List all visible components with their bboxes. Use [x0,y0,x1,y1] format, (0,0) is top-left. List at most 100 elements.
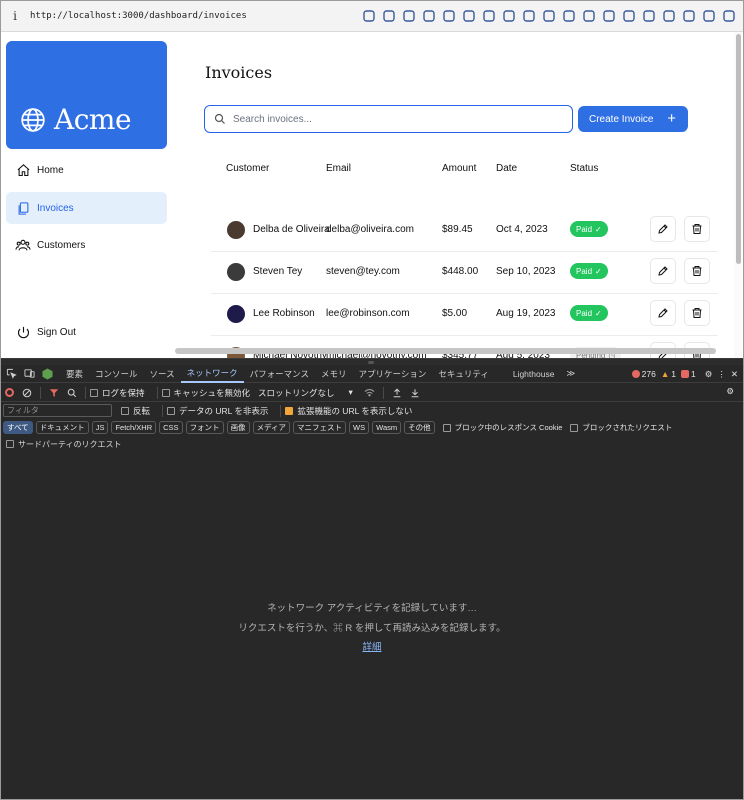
delete-button[interactable] [684,258,710,284]
filter-input[interactable]: フィルタ [3,404,112,417]
error-count[interactable]: 276 [631,369,656,379]
bookmark-icon[interactable] [482,9,496,23]
devtools-tab[interactable]: セキュリティ [432,365,495,383]
close-devtools-icon[interactable]: ✕ [731,369,738,380]
type-filter-chip[interactable]: フォント [185,421,224,434]
throttling-select[interactable]: スロットリングなし ▾ [258,387,353,399]
clear-icon[interactable] [18,384,36,402]
avatar [227,263,245,281]
wifi-icon[interactable] [361,384,379,402]
vertical-scrollbar[interactable] [734,32,742,358]
search-icon[interactable] [63,384,81,402]
more-options-icon[interactable]: ⋮ [717,369,726,380]
warning-count[interactable]: ▲ 1 [661,369,676,379]
type-filter-chip[interactable]: メディア [252,421,291,434]
shield-icon[interactable] [502,9,516,23]
device-toolbar-icon[interactable] [22,367,36,381]
sign-out-button[interactable]: Sign Out [6,316,167,348]
hide-data-urls-checkbox[interactable]: データの URL を非表示 [167,405,268,417]
address-bar[interactable]: http://localhost:3000/dashboard/invoices [30,11,247,21]
react-icon[interactable] [562,9,576,23]
screen-icon[interactable] [402,9,416,23]
learn-more-link[interactable]: 詳細 [0,639,744,653]
pencil-icon [658,308,668,318]
type-filter-chip[interactable]: マニフェスト [293,421,347,434]
devtools-tab[interactable]: パフォーマンス [244,365,315,383]
third-party-checkbox[interactable]: サードパーティのリクエスト [6,437,122,451]
network-settings-icon[interactable]: ⚙ [726,386,734,397]
nav-invoices[interactable]: Invoices [6,192,167,224]
image-icon[interactable] [642,9,656,23]
pen-icon[interactable] [582,9,596,23]
issue-count[interactable]: 1 [681,369,696,379]
blocked-requests-checkbox[interactable]: ブロックされたリクエスト [570,422,672,433]
search-input[interactable] [233,113,533,125]
hide-extension-urls-checkbox[interactable]: 拡張機能の URL を表示しない [285,405,412,417]
type-filter-chip[interactable]: その他 [404,421,435,434]
disable-cache-checkbox[interactable]: キャッシュを無効化 [161,387,250,399]
filter-icon[interactable] [45,384,63,402]
acme-logo[interactable]: Acme [6,41,167,149]
cloud-icon[interactable] [542,9,556,23]
more-tabs-button[interactable]: ≫ [560,365,581,383]
network-toolbar: ログを保持 キャッシュを無効化 スロットリングなし ▾ ⚙ [0,384,744,402]
vue-icon[interactable] [682,9,696,23]
inspect-icon[interactable] [4,367,18,381]
download-icon[interactable] [662,9,676,23]
type-filter-chip[interactable]: すべて [3,421,33,434]
devtools-tab[interactable]: ソース [144,365,181,383]
delete-button[interactable] [684,216,710,242]
table-row: Delba de Oliveira delba@oliveira.com $89… [211,210,718,252]
nav-invoices-label: Invoices [37,202,74,214]
devtools-tab[interactable]: ネットワーク [180,365,244,383]
record-icon[interactable] [0,384,18,402]
invoice-date: Sep 10, 2023 [496,266,556,277]
wave-icon[interactable] [622,9,636,23]
devtools-tab[interactable]: メモリ [315,365,353,383]
type-filter-chip[interactable]: 画像 [226,421,250,434]
devtools-tab[interactable]: 要素 [60,365,89,383]
camera-icon[interactable] [382,9,396,23]
devtools-tab[interactable]: コンソール [89,365,144,383]
settings-icon[interactable]: ⚙ [705,369,713,380]
type-filter-chip[interactable]: Fetch/XHR [111,421,157,434]
pencil-icon [658,224,668,234]
cloud-half-icon[interactable] [602,9,616,23]
site-info-icon[interactable]: i [4,9,26,23]
target-icon[interactable] [442,9,456,23]
globe-icon[interactable] [422,9,436,23]
close-icon[interactable] [722,9,736,23]
delete-button[interactable] [684,300,710,326]
upload-icon[interactable] [388,384,406,402]
edit-button[interactable] [650,216,676,242]
type-filter-chip[interactable]: Wasm [372,421,402,434]
sidebar-icon[interactable] [702,9,716,23]
empty-message-1: ネットワーク アクティビティを記録しています… [267,603,477,614]
type-filter-chip[interactable]: WS [349,421,370,434]
blocked-cookies-checkbox[interactable]: ブロック中のレスポンス Cookie [442,422,562,433]
preserve-log-checkbox[interactable]: ログを保持 [90,387,145,399]
nav-home[interactable]: Home [6,154,167,186]
extension-icon[interactable] [462,9,476,23]
search-box[interactable] [204,105,573,133]
nav-customers[interactable]: Customers [6,229,167,261]
edit-button[interactable] [650,300,676,326]
cookie-icon[interactable] [522,9,536,23]
horizontal-scrollbar[interactable] [175,348,716,354]
link-icon[interactable] [362,9,376,23]
node-icon[interactable] [40,367,54,381]
devtools-tab[interactable]: アプリケーション [352,365,432,383]
type-filter-chip[interactable]: JS [91,421,109,434]
sign-out-label: Sign Out [37,326,76,338]
column-header-email: Email [326,163,352,174]
type-filter-chip[interactable]: ドキュメント [35,421,89,434]
download-icon[interactable] [406,384,424,402]
type-filter-chip[interactable]: CSS [159,421,183,434]
edit-button[interactable] [650,258,676,284]
globe-icon [21,108,45,132]
warning-icon: ▲ [660,369,670,379]
create-invoice-button[interactable]: Create Invoice + [578,106,688,132]
devtools-panel: 要素 コンソール ソース ネットワーク パフォーマンス メモリ アプリケーション セキュリティ… [0,358,744,800]
devtools-tab[interactable]: Lighthouse [507,365,561,383]
invert-checkbox[interactable]: 反転 [121,405,150,417]
